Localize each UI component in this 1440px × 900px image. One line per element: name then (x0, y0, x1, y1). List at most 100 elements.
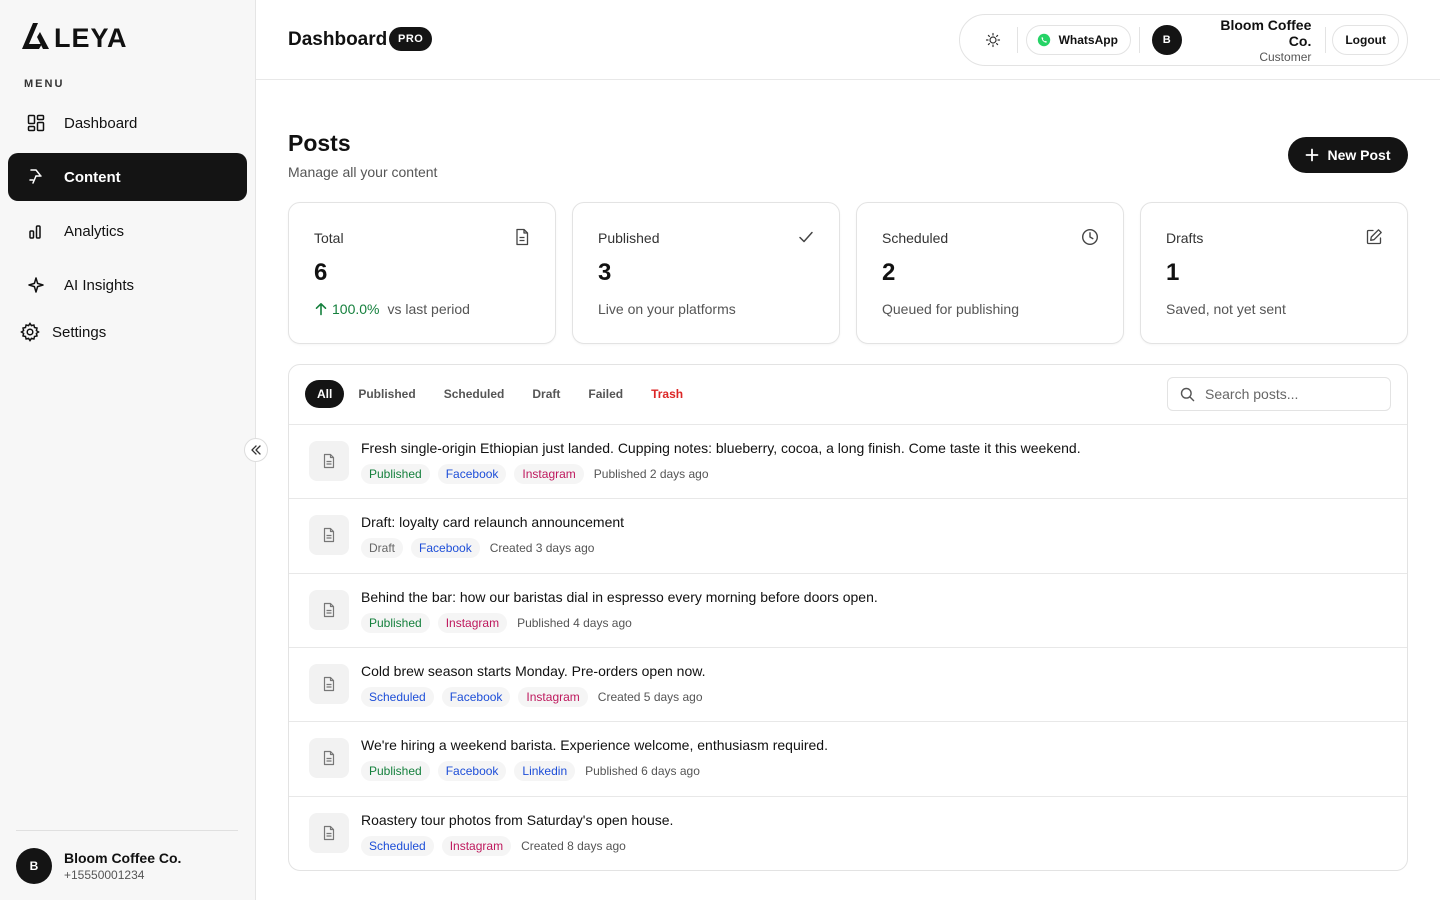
post-timestamp: Published 4 days ago (517, 615, 632, 630)
platform-badge: Linkedin (514, 761, 576, 782)
post-meta: Scheduled Instagram Created 8 days ago (361, 835, 626, 856)
sidebar-item-label: AI Insights (64, 276, 135, 294)
stat-card-scheduled: Scheduled 2 Queued for publishing (856, 202, 1124, 344)
post-row[interactable]: We're hiring a weekend barista. Experien… (289, 721, 1407, 795)
sidebar-item-label: Dashboard (64, 114, 138, 132)
posts-title: Posts (288, 130, 351, 156)
stat-trend: 100.0% (314, 301, 379, 317)
stat-label: Drafts (1166, 230, 1204, 246)
search-field[interactable] (1167, 377, 1391, 411)
stat-label: Scheduled (882, 230, 949, 246)
header-separator (1138, 27, 1140, 53)
stat-value: 6 (314, 259, 328, 286)
content-icon (26, 167, 46, 187)
arrow-up-icon (314, 302, 328, 316)
top-header: Dashboard PRO WhatsApp B Bloom Coffee Co… (256, 0, 1440, 80)
stat-foot-text: Live on your platforms (598, 301, 736, 317)
brand-name: LEYA (54, 23, 128, 53)
header-separator (1325, 27, 1327, 53)
header-user-role: Customer (1259, 49, 1312, 64)
sidebar-item-dashboard[interactable]: Dashboard (8, 99, 247, 147)
sidebar-item-label: Analytics (64, 222, 125, 240)
status-badge: Draft (361, 538, 404, 559)
app: LEYA MENU Dashboard Content Analytics AI… (0, 0, 1440, 900)
check-icon (797, 228, 815, 246)
tab-scheduled[interactable]: Scheduled (430, 380, 519, 408)
tab-trash[interactable]: Trash (637, 380, 697, 408)
platform-badge: Instagram (441, 835, 512, 856)
post-timestamp: Created 8 days ago (521, 838, 626, 853)
stat-foot-text: Queued for publishing (882, 301, 1019, 317)
platform-badge: Facebook (437, 761, 507, 782)
stat-card-published: Published 3 Live on your platforms (572, 202, 840, 344)
stat-footer: Live on your platforms (598, 301, 736, 317)
document-icon (309, 663, 349, 704)
post-row[interactable]: Fresh single-origin Ethiopian just lande… (289, 424, 1407, 498)
stat-value: 2 (882, 259, 896, 286)
post-text: Draft: loyalty card relaunch announcemen… (361, 514, 625, 531)
whatsapp-icon (1037, 33, 1051, 47)
post-text: Behind the bar: how our baristas dial in… (361, 588, 878, 605)
clock-icon (1081, 228, 1099, 246)
gear-icon (20, 322, 40, 342)
sparkle-icon (26, 275, 46, 295)
sidebar-item-content[interactable]: Content (8, 153, 247, 201)
menu-label: MENU (24, 78, 65, 90)
post-timestamp: Published 2 days ago (593, 467, 709, 481)
stat-label: Total (314, 230, 344, 246)
sidebar-item-label: Content (64, 168, 121, 186)
avatar: B (1151, 25, 1182, 55)
platform-badge: Instagram (437, 612, 508, 633)
post-meta: Published Facebook Instagram Published 2 da… (361, 464, 709, 484)
tab-all[interactable]: All (305, 380, 345, 408)
header-user[interactable]: B Bloom Coffee Co. Customer (1151, 16, 1312, 64)
document-icon (309, 738, 349, 779)
stat-card-total: Total 6 100.0% vs last period (288, 202, 556, 344)
header-user-name: Bloom Coffee Co. (1220, 16, 1312, 49)
sidebar-item-settings[interactable]: Settings (20, 322, 106, 342)
sidebar-user-phone: +15550001234 (64, 868, 145, 882)
tab-failed[interactable]: Failed (574, 380, 637, 408)
post-row[interactable]: Draft: loyalty card relaunch announcemen… (289, 498, 1407, 572)
stat-value: 1 (1166, 259, 1180, 286)
sun-icon (985, 32, 1001, 48)
tab-draft[interactable]: Draft (518, 380, 574, 408)
post-timestamp: Published 6 days ago (585, 764, 700, 779)
post-row[interactable]: Behind the bar: how our baristas dial in… (289, 572, 1407, 647)
theme-toggle-button[interactable] (977, 24, 1009, 56)
sidebar-user-name: Bloom Coffee Co. (64, 850, 182, 866)
posts-list-panel: All Published Scheduled Draft Failed Tra… (288, 364, 1408, 871)
post-text: We're hiring a weekend barista. Experien… (361, 737, 828, 754)
stat-trend-value: 100.0% (332, 301, 380, 317)
filter-tabs: All Published Scheduled Draft Failed Tra… (305, 380, 697, 408)
stat-footer: Saved, not yet sent (1166, 301, 1286, 317)
stat-footer: Queued for publishing (882, 301, 1019, 317)
sidebar-divider (16, 830, 238, 831)
platform-badge: Facebook (441, 686, 511, 707)
status-badge: Published (361, 464, 430, 484)
logout-button[interactable]: Logout (1332, 25, 1399, 55)
document-icon (309, 589, 349, 630)
post-row[interactable]: Roastery tour photos from Saturday's ope… (289, 795, 1407, 870)
brand-logo[interactable]: LEYA (20, 22, 128, 55)
collapse-sidebar-button[interactable] (244, 438, 268, 462)
post-text: Fresh single-origin Ethiopian just lande… (361, 440, 1081, 456)
search-input[interactable] (1205, 386, 1375, 402)
document-icon (309, 515, 349, 556)
post-text: Roastery tour photos from Saturday's ope… (361, 811, 674, 828)
status-badge: Scheduled (361, 835, 434, 856)
whatsapp-label: WhatsApp (1058, 33, 1118, 47)
post-row[interactable]: Cold brew season starts Monday. Pre-orde… (289, 646, 1407, 721)
chevrons-left-icon (250, 444, 262, 456)
sidebar-item-analytics[interactable]: Analytics (8, 207, 247, 255)
platform-badge: Instagram (514, 464, 584, 484)
whatsapp-button[interactable]: WhatsApp (1025, 25, 1131, 55)
sidebar-user[interactable]: B Bloom Coffee Co. +15550001234 (16, 848, 181, 884)
platform-badge: Facebook (437, 464, 507, 484)
sidebar-item-ai-insights[interactable]: AI Insights (8, 261, 247, 309)
status-badge: Published (361, 612, 430, 633)
header-actions: WhatsApp B Bloom Coffee Co. Customer Log… (959, 14, 1408, 66)
search-icon (1180, 387, 1195, 402)
new-post-button[interactable]: New Post (1288, 137, 1408, 173)
tab-published[interactable]: Published (344, 380, 429, 408)
